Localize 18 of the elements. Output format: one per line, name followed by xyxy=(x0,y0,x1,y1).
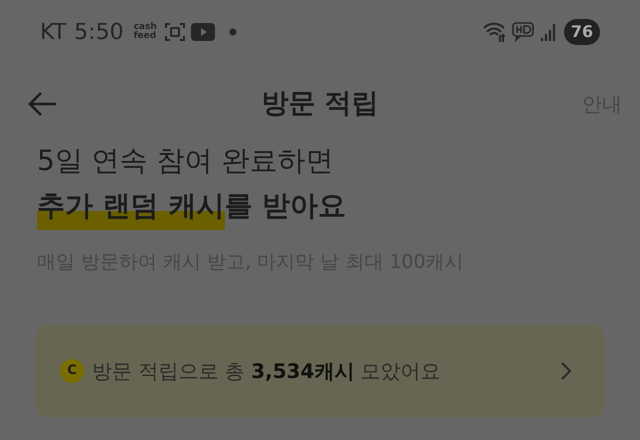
app-logo: cash feed xyxy=(134,23,157,41)
coin-icon: C xyxy=(60,358,84,382)
dot-icon xyxy=(228,28,237,36)
wifi-icon xyxy=(482,21,508,43)
video-play-icon xyxy=(190,23,215,41)
page-title: 방문 적립 xyxy=(261,86,379,121)
screenshot-icon xyxy=(164,22,185,42)
battery-indicator: 76 xyxy=(564,19,600,45)
headline-text: 를 받아요 xyxy=(224,188,346,224)
hd-icon xyxy=(512,22,534,42)
summary-text: 방문 적립으로 총 3,534캐시 모았어요 xyxy=(92,358,441,384)
carrier-name: KT xyxy=(40,18,66,46)
back-arrow-icon[interactable] xyxy=(28,91,58,117)
headline-text: 5일 연속 참여 완료하면 xyxy=(37,143,335,179)
signal-icon xyxy=(540,23,556,41)
clock-time: 5:50 xyxy=(74,18,124,46)
chevron-right-icon xyxy=(560,360,572,380)
summary-card[interactable]: C 방문 적립으로 총 3,534캐시 모았어요 xyxy=(36,324,604,416)
